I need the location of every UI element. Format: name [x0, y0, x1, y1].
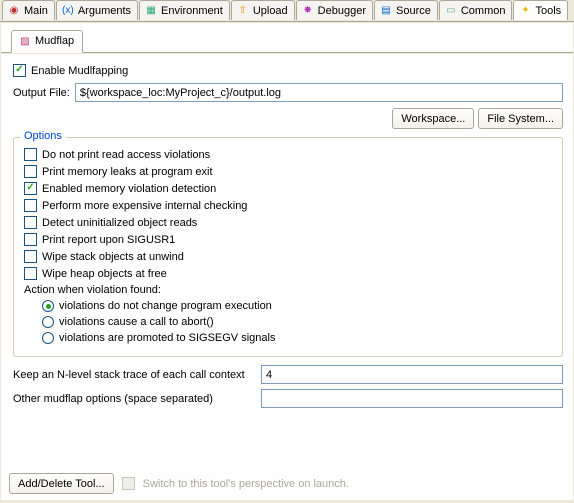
tab-label: Tools — [535, 5, 561, 17]
opt-sigusr-label: Print report upon SIGUSR1 — [42, 234, 175, 246]
tab-label: Upload — [253, 5, 288, 17]
mudflap-icon: ▧ — [18, 34, 32, 48]
main-icon: ◉ — [7, 4, 21, 18]
opt-expensive-checkbox[interactable] — [24, 199, 37, 212]
subtab-row: ▧ Mudflap — [1, 23, 573, 53]
subtab-label: Mudflap — [35, 35, 74, 47]
add-delete-tool-button[interactable]: Add/Delete Tool... — [9, 473, 114, 494]
options-title: Options — [20, 130, 66, 142]
opt-wipe-heap-checkbox[interactable] — [24, 267, 37, 280]
tab-label: Common — [461, 5, 506, 17]
opt-mem-leaks-checkbox[interactable] — [24, 165, 37, 178]
options-group: Options Do not print read access violati… — [13, 137, 563, 357]
tab-label: Debugger — [318, 5, 366, 17]
radio-abort[interactable] — [42, 316, 54, 328]
tab-label: Arguments — [78, 5, 131, 17]
output-file-row: Output File: — [13, 83, 563, 102]
tab-source[interactable]: ▤Source — [374, 0, 438, 20]
upload-icon: ⇧ — [236, 4, 250, 18]
radio-sigsegv[interactable] — [42, 332, 54, 344]
tab-debugger[interactable]: ✸Debugger — [296, 0, 373, 20]
top-tabs: ◉Main (x)Arguments ▦Environment ⇧Upload … — [0, 0, 574, 22]
radio-no-change[interactable] — [42, 300, 54, 312]
opt-mem-leaks-label: Print memory leaks at program exit — [42, 166, 213, 178]
subtab-mudflap[interactable]: ▧ Mudflap — [11, 30, 83, 53]
tools-icon: ✦ — [518, 4, 532, 18]
output-file-input[interactable] — [75, 83, 563, 102]
opt-sigusr-checkbox[interactable] — [24, 233, 37, 246]
stack-trace-input[interactable] — [261, 365, 563, 384]
action-label: Action when violation found: — [24, 284, 161, 296]
tab-label: Environment — [161, 5, 223, 17]
switch-perspective-label: Switch to this tool's perspective on lau… — [143, 478, 349, 490]
opt-uninit-checkbox[interactable] — [24, 216, 37, 229]
environment-icon: ▦ — [144, 4, 158, 18]
radio-abort-label: violations cause a call to abort() — [59, 316, 214, 328]
opt-no-read-label: Do not print read access violations — [42, 149, 210, 161]
arguments-icon: (x) — [61, 4, 75, 18]
opt-viol-det-label: Enabled memory violation detection — [42, 183, 216, 195]
opt-wipe-stack-checkbox[interactable] — [24, 250, 37, 263]
enable-checkbox[interactable] — [13, 64, 26, 77]
tab-main[interactable]: ◉Main — [2, 0, 55, 20]
radio-no-change-label: violations do not change program executi… — [59, 300, 272, 312]
tab-arguments[interactable]: (x)Arguments — [56, 0, 138, 20]
tab-upload[interactable]: ⇧Upload — [231, 0, 295, 20]
enable-row: Enable Mudlfapping — [13, 64, 563, 77]
path-buttons: Workspace... File System... — [13, 108, 563, 129]
bottom-bar: Add/Delete Tool... Switch to this tool's… — [9, 468, 565, 494]
radio-sigsegv-label: violations are promoted to SIGSEGV signa… — [59, 332, 275, 344]
content-panel: Enable Mudlfapping Output File: Workspac… — [1, 54, 573, 500]
output-file-label: Output File: — [13, 87, 70, 99]
common-icon: ▭ — [444, 4, 458, 18]
other-opts-label: Other mudflap options (space separated) — [13, 393, 253, 405]
tab-environment[interactable]: ▦Environment — [139, 0, 230, 20]
opt-viol-det-checkbox[interactable] — [24, 182, 37, 195]
workspace-button[interactable]: Workspace... — [392, 108, 474, 129]
tab-common[interactable]: ▭Common — [439, 0, 513, 20]
enable-label: Enable Mudlfapping — [31, 65, 128, 77]
opt-wipe-heap-label: Wipe heap objects at free — [42, 268, 167, 280]
opt-expensive-label: Perform more expensive internal checking — [42, 200, 247, 212]
source-icon: ▤ — [379, 4, 393, 18]
debugger-icon: ✸ — [301, 4, 315, 18]
stack-trace-label: Keep an N-level stack trace of each call… — [13, 369, 253, 381]
switch-perspective-checkbox — [122, 477, 135, 490]
stack-trace-row: Keep an N-level stack trace of each call… — [13, 365, 563, 384]
tab-tools[interactable]: ✦Tools — [513, 0, 568, 20]
filesystem-button[interactable]: File System... — [478, 108, 563, 129]
opt-wipe-stack-label: Wipe stack objects at unwind — [42, 251, 184, 263]
other-opts-input[interactable] — [261, 389, 563, 408]
other-opts-row: Other mudflap options (space separated) — [13, 389, 563, 408]
opt-uninit-label: Detect uninitialized object reads — [42, 217, 197, 229]
tab-label: Source — [396, 5, 431, 17]
tab-label: Main — [24, 5, 48, 17]
opt-no-read-checkbox[interactable] — [24, 148, 37, 161]
